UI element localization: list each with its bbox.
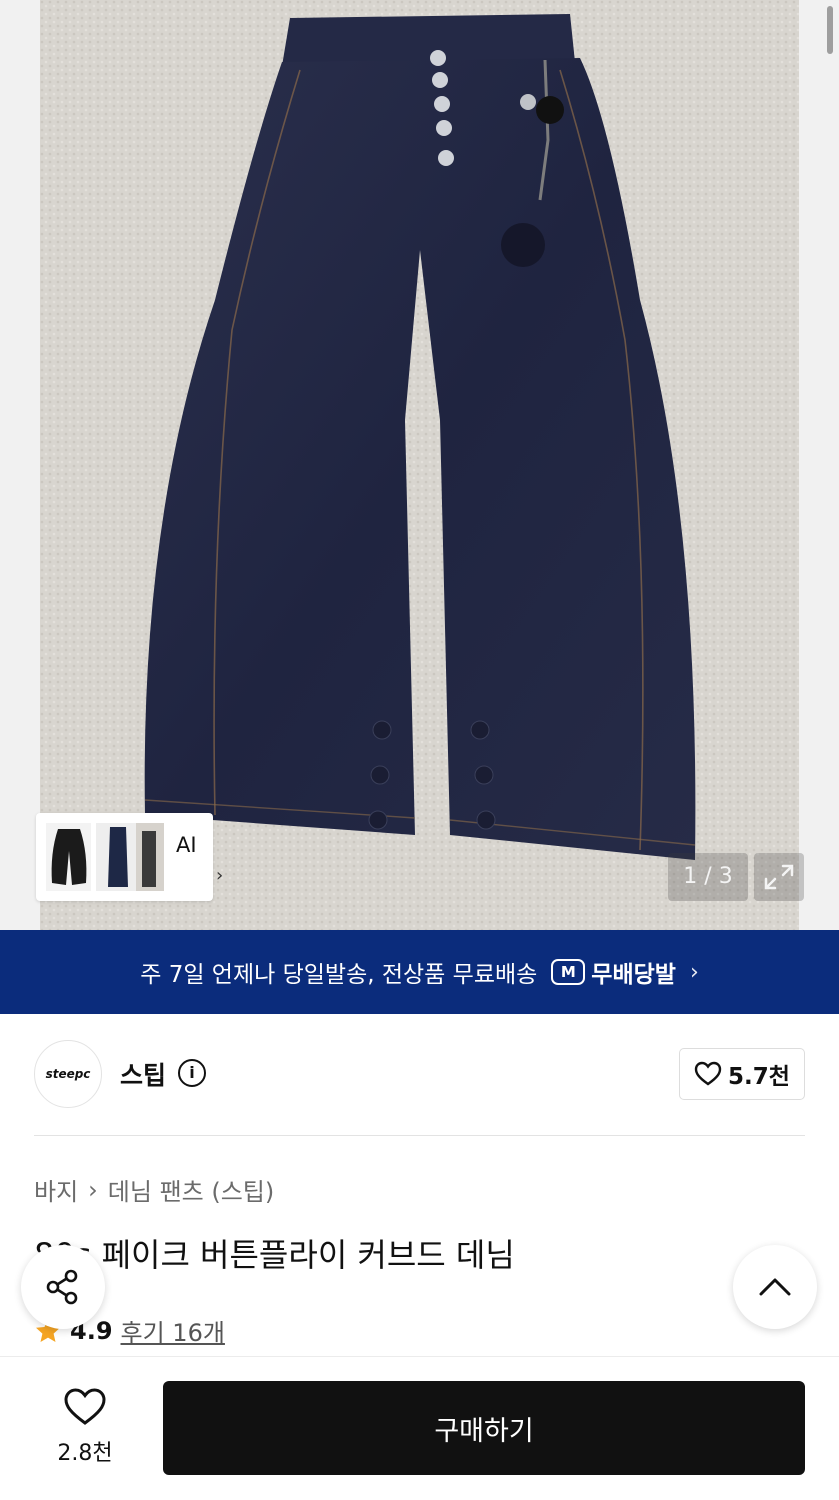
- store-row: steepc 스팁 i 5.7천: [34, 1040, 805, 1110]
- breadcrumb-subcategory[interactable]: 데님 팬츠 (스팁): [108, 1172, 274, 1207]
- shipping-banner-text: 주 7일 언제나 당일발송, 전상품 무료배송: [140, 962, 538, 988]
- free-shipping-logo: M 무배당발: [551, 955, 676, 989]
- thumbnail-navy-pants: [96, 823, 141, 891]
- thumbnail-black-pants: [46, 823, 91, 891]
- heart-icon: [64, 1388, 106, 1425]
- bottom-action-bar: 2.8천 구매하기: [0, 1356, 839, 1500]
- share-button[interactable]: [21, 1245, 105, 1329]
- store-like-count: 5.7천: [728, 1064, 790, 1090]
- expand-image-button[interactable]: [754, 853, 804, 901]
- wishlist-count: 2.8천: [57, 1441, 113, 1466]
- expand-icon: [764, 864, 794, 890]
- chevron-up-icon: [759, 1278, 791, 1296]
- chevron-right-icon: ›: [689, 959, 699, 985]
- breadcrumb-category[interactable]: 바지: [34, 1172, 78, 1207]
- breadcrumb: 바지 › 데님 팬츠 (스팁): [34, 1172, 274, 1207]
- product-title: 80s 페이크 버튼플라이 커브드 데님: [34, 1236, 515, 1274]
- store-avatar[interactable]: steepc: [34, 1040, 102, 1108]
- heart-icon: [694, 1061, 722, 1086]
- image-counter: 1 / 3: [668, 853, 748, 901]
- store-like-button[interactable]: 5.7천: [679, 1048, 805, 1100]
- ai-similar-thumbnails[interactable]: AI ›: [36, 813, 223, 901]
- m-logo-icon: M: [551, 959, 586, 985]
- product-photo: [0, 0, 839, 930]
- free-shipping-logo-text: 무배당발: [591, 962, 676, 988]
- section-divider: [34, 1135, 805, 1136]
- wishlist-button[interactable]: 2.8천: [40, 1387, 130, 1467]
- scroll-to-top-button[interactable]: [733, 1245, 817, 1329]
- ai-label: AI: [176, 833, 197, 857]
- buy-button[interactable]: 구매하기: [163, 1381, 805, 1475]
- shipping-banner[interactable]: 주 7일 언제나 당일발송, 전상품 무료배송 M 무배당발 ›: [0, 930, 839, 1014]
- chevron-right-icon: ›: [216, 865, 224, 886]
- product-image-gallery[interactable]: AI › 1 / 3: [0, 0, 839, 930]
- info-icon[interactable]: i: [178, 1059, 206, 1087]
- chevron-right-icon: ›: [88, 1175, 98, 1204]
- share-icon: [46, 1269, 78, 1305]
- thumbnail-model: [136, 823, 164, 891]
- reviews-link[interactable]: 후기 16개: [121, 1313, 225, 1348]
- page-scrollbar[interactable]: [827, 6, 833, 54]
- store-name[interactable]: 스팁: [120, 1056, 166, 1092]
